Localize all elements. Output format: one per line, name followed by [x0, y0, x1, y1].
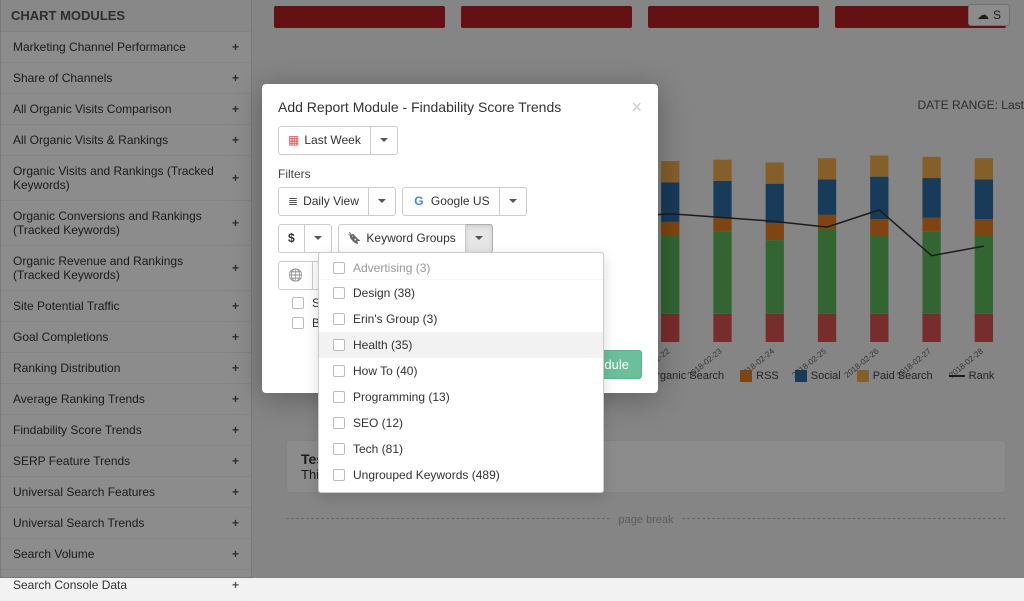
date-range-caret[interactable]	[371, 126, 398, 155]
checkbox-icon[interactable]	[292, 317, 304, 329]
dollar-icon: $	[288, 230, 295, 247]
keyword-groups-label: Keyword Groups	[366, 230, 455, 247]
keyword-groups-caret[interactable]	[466, 224, 493, 253]
checkbox-icon[interactable]	[333, 417, 345, 429]
dropdown-item-label: Tech (81)	[353, 442, 403, 456]
globe-icon	[288, 267, 303, 284]
dropdown-item-label: Advertising (3)	[353, 261, 430, 275]
checkbox-icon[interactable]	[333, 443, 345, 455]
date-range-picker[interactable]: ▦ Last Week	[278, 126, 398, 155]
search-engine-picker[interactable]: G Google US	[402, 187, 527, 216]
dropdown-item-label: SEO (12)	[353, 416, 403, 430]
dropdown-item-label: Erin's Group (3)	[353, 312, 437, 326]
date-range-label: Last Week	[304, 132, 360, 149]
dropdown-item[interactable]: Health (35)	[319, 332, 603, 358]
dropdown-item[interactable]: Erin's Group (3)	[319, 306, 603, 332]
sidebar-item-label: Search Console Data	[13, 578, 127, 592]
dropdown-item-cut[interactable]: Advertising (3)	[319, 257, 603, 280]
keyword-groups-dropdown: Advertising (3) Design (38) Erin's Group …	[318, 252, 604, 493]
dropdown-item[interactable]: Ungrouped Keywords (489)	[319, 462, 603, 488]
close-icon[interactable]: ×	[631, 98, 642, 116]
list-icon	[288, 193, 298, 210]
add-report-module-dialog: Add Report Module - Findability Score Tr…	[262, 84, 658, 393]
checkbox-icon[interactable]	[292, 297, 304, 309]
dropdown-item[interactable]: SEO (12)	[319, 410, 603, 436]
dropdown-item-label: Ungrouped Keywords (489)	[353, 468, 500, 482]
currency-picker[interactable]: $	[278, 224, 332, 253]
dropdown-item-label: How To (40)	[353, 364, 417, 378]
checkbox-icon[interactable]	[333, 469, 345, 481]
checkbox-icon[interactable]	[333, 262, 345, 274]
keyword-groups-picker[interactable]: Keyword Groups	[338, 224, 493, 253]
checkbox-icon[interactable]	[333, 313, 345, 325]
view-mode-picker[interactable]: Daily View	[278, 187, 396, 216]
chevron-down-icon	[314, 236, 322, 240]
dropdown-item[interactable]: Design (38)	[319, 280, 603, 306]
checkbox-icon[interactable]	[333, 365, 345, 377]
modal-title: Add Report Module - Findability Score Tr…	[278, 99, 561, 115]
dropdown-item-label: Design (38)	[353, 286, 415, 300]
filters-heading: Filters	[278, 167, 642, 181]
dropdown-item[interactable]: How To (40)	[319, 358, 603, 384]
bookmark-icon	[348, 230, 362, 247]
chevron-down-icon	[380, 138, 388, 142]
calendar-icon: ▦	[288, 132, 299, 149]
chevron-down-icon	[475, 236, 483, 240]
dropdown-item-label: Health (35)	[353, 338, 412, 352]
chevron-down-icon	[509, 199, 517, 203]
currency-caret[interactable]	[305, 224, 332, 253]
plus-icon: +	[232, 578, 239, 592]
dropdown-item[interactable]: Tech (81)	[319, 436, 603, 462]
view-mode-caret[interactable]	[369, 187, 396, 216]
checkbox-icon[interactable]	[333, 339, 345, 351]
dropdown-item[interactable]: Programming (13)	[319, 384, 603, 410]
chevron-down-icon	[378, 199, 386, 203]
search-engine-label: Google US	[431, 193, 490, 210]
dropdown-item-label: Programming (13)	[353, 390, 450, 404]
search-engine-caret[interactable]	[500, 187, 527, 216]
view-mode-label: Daily View	[303, 193, 359, 210]
checkbox-icon[interactable]	[333, 391, 345, 403]
checkbox-icon[interactable]	[333, 287, 345, 299]
google-icon: G	[412, 193, 426, 210]
